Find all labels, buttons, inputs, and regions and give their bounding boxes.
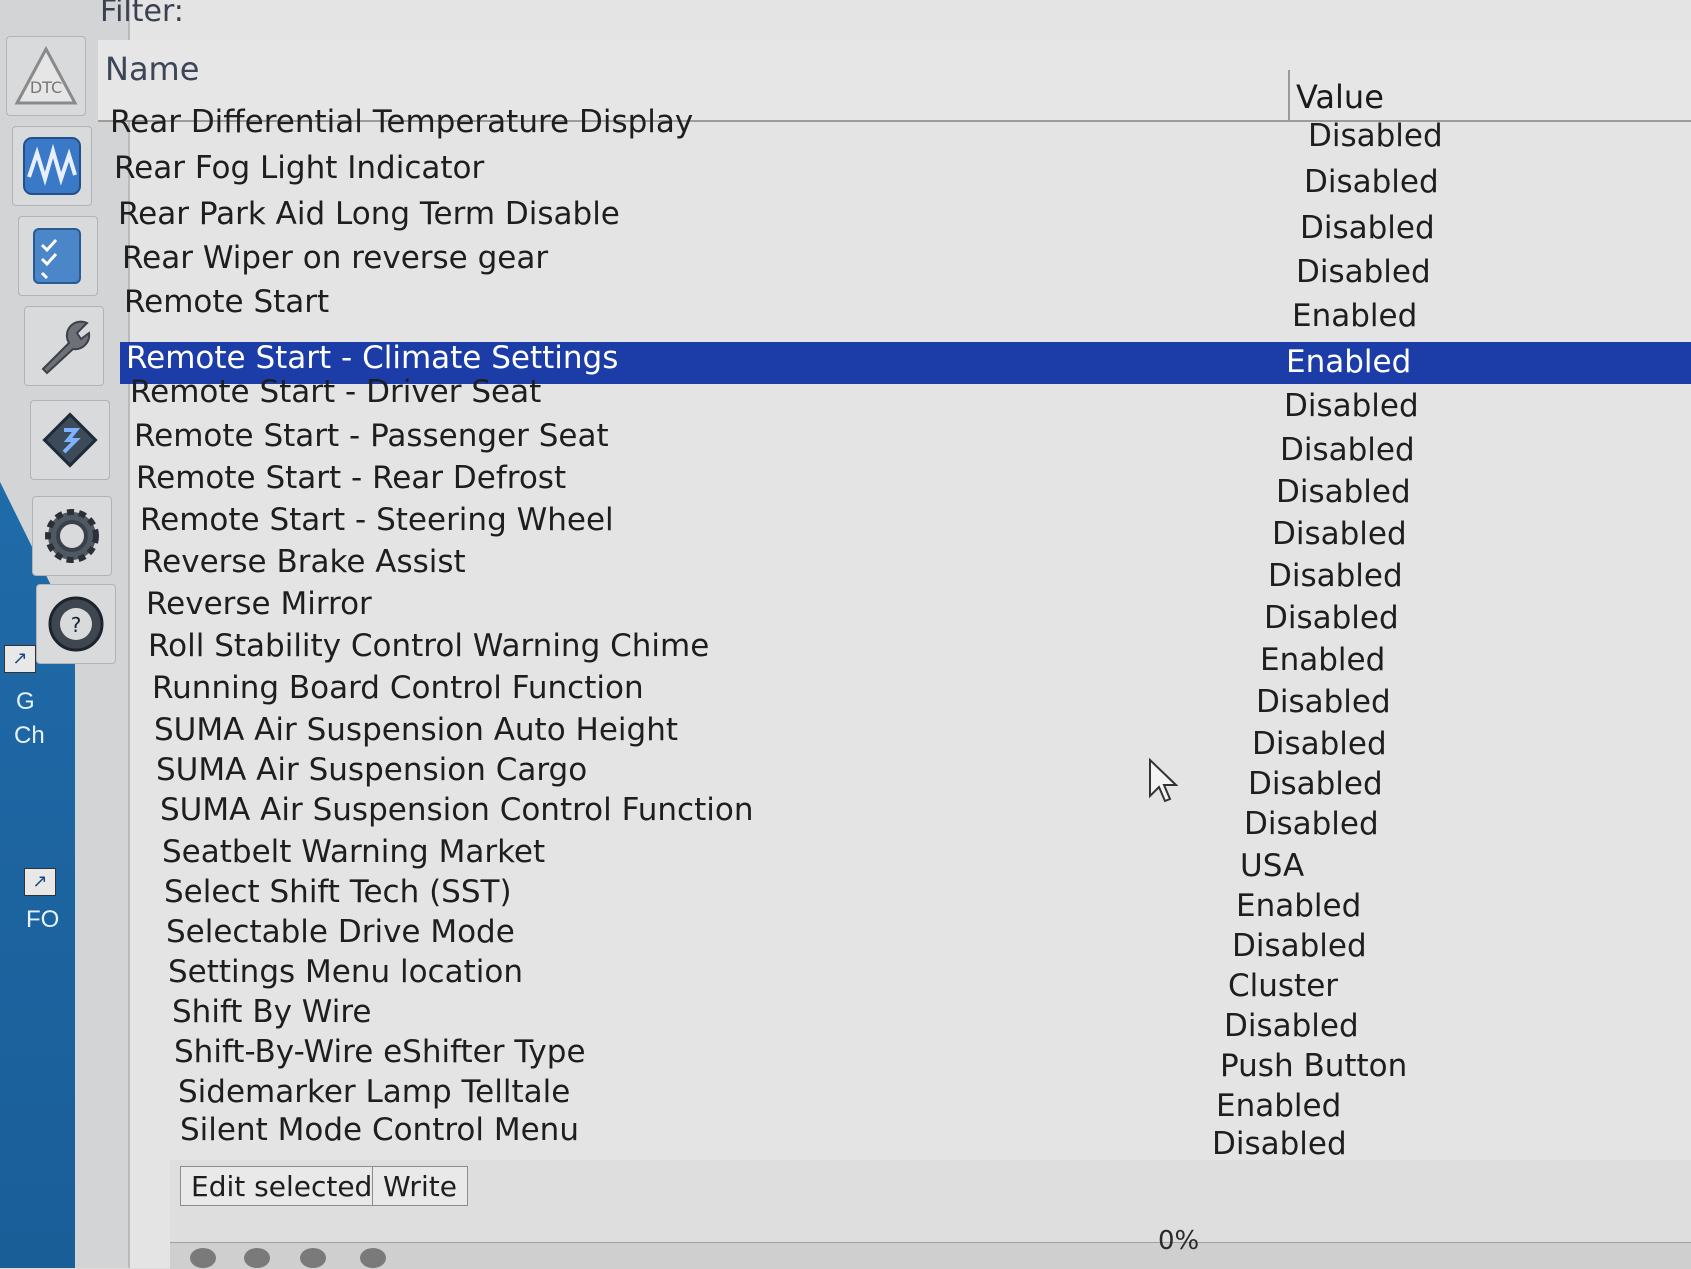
row-name-cell: Settings Menu location xyxy=(168,954,523,990)
table-row[interactable]: Seatbelt Warning Market USA xyxy=(0,834,1691,884)
row-name-cell: SUMA Air Suspension Cargo xyxy=(156,752,588,788)
table-row[interactable]: Silent Mode Control Menu Disabled xyxy=(0,1112,1691,1162)
table-row[interactable]: Select Shift Tech (SST) Enabled xyxy=(0,874,1691,924)
row-name-cell: Reverse Brake Assist xyxy=(142,544,466,580)
table-row[interactable]: Settings Menu location Cluster xyxy=(0,954,1691,1004)
table-row[interactable]: SUMA Air Suspension Control Function Disa… xyxy=(0,792,1691,842)
row-name-cell: Seatbelt Warning Market xyxy=(162,834,546,870)
progress-percent: 0% xyxy=(1158,1226,1200,1256)
status-play-icon[interactable] xyxy=(190,1248,216,1268)
row-name-cell: Rear Fog Light Indicator xyxy=(114,150,485,186)
row-name-cell: Remote Start - Steering Wheel xyxy=(140,502,614,538)
table-row[interactable]: Remote Start Enabled xyxy=(0,284,1691,334)
row-name-cell: Shift By Wire xyxy=(172,994,372,1030)
mouse-pointer-icon xyxy=(1149,758,1178,803)
table-row[interactable]: SUMA Air Suspension Auto Height Disabled xyxy=(0,712,1691,762)
row-name-cell: Remote Start - Climate Settings xyxy=(126,340,619,376)
write-button[interactable]: Write xyxy=(372,1166,468,1206)
table-row[interactable]: Reverse Mirror Disabled xyxy=(0,586,1691,636)
table-row[interactable]: Remote Start - Driver Seat Disabled xyxy=(0,374,1691,424)
table-row[interactable]: SUMA Air Suspension Cargo Disabled xyxy=(0,752,1691,802)
status-save-icon[interactable] xyxy=(360,1248,386,1268)
row-name-cell: Remote Start xyxy=(124,284,330,320)
table-row[interactable]: Reverse Brake Assist Disabled xyxy=(0,544,1691,594)
row-name-cell: Select Shift Tech (SST) xyxy=(164,874,512,910)
table-row[interactable]: Shift-By-Wire eShifter Type Push Button xyxy=(0,1034,1691,1084)
table-row[interactable]: Rear Wiper on reverse gear Disabled xyxy=(0,240,1691,290)
edit-selected-button[interactable]: Edit selected xyxy=(180,1166,384,1206)
table-row[interactable]: Rear Differential Temperature Display Dis… xyxy=(0,104,1691,154)
table-row[interactable]: Running Board Control Function Disabled xyxy=(0,670,1691,720)
status-stop-icon[interactable] xyxy=(244,1248,270,1268)
table-row[interactable]: Rear Fog Light Indicator Disabled xyxy=(0,150,1691,200)
row-name-cell: Sidemarker Lamp Telltale xyxy=(178,1074,571,1110)
table-row[interactable]: Remote Start - Steering Wheel Disabled xyxy=(0,502,1691,552)
row-name-cell: Remote Start - Passenger Seat xyxy=(134,418,609,454)
table-row[interactable]: Sidemarker Lamp Telltale Enabled xyxy=(0,1074,1691,1124)
row-name-cell: Running Board Control Function xyxy=(152,670,644,706)
status-bar xyxy=(170,1242,1691,1269)
table-row[interactable]: Remote Start - Rear Defrost Disabled xyxy=(0,460,1691,510)
row-name-cell: Selectable Drive Mode xyxy=(166,914,515,950)
table-row[interactable]: Roll Stability Control Warning Chime Enab… xyxy=(0,628,1691,678)
table-row[interactable]: Shift By Wire Disabled xyxy=(0,994,1691,1044)
row-name-cell: Remote Start - Driver Seat xyxy=(130,374,542,410)
row-name-cell: Roll Stability Control Warning Chime xyxy=(148,628,710,664)
table-row[interactable]: Remote Start - Passenger Seat Disabled xyxy=(0,418,1691,468)
row-name-cell: Shift-By-Wire eShifter Type xyxy=(174,1034,586,1070)
row-name-cell: Remote Start - Rear Defrost xyxy=(136,460,567,496)
row-name-cell: Silent Mode Control Menu xyxy=(180,1112,579,1148)
row-value-cell: Disabled xyxy=(1304,164,1439,200)
row-name-cell: Rear Park Aid Long Term Disable xyxy=(118,196,620,232)
row-name-cell: Reverse Mirror xyxy=(146,586,372,622)
status-tool-icon[interactable] xyxy=(300,1248,326,1268)
table-row[interactable]: Selectable Drive Mode Disabled xyxy=(0,914,1691,964)
row-value-cell: Disabled xyxy=(1308,118,1443,154)
row-value-cell: Disabled xyxy=(1212,1126,1347,1162)
row-name-cell: Rear Differential Temperature Display xyxy=(110,104,694,140)
configuration-table: Rear Differential Temperature Display Dis… xyxy=(0,0,1691,1268)
forscan-window: DTC ? Filter: Name Value Rear Differenti… xyxy=(0,0,1691,1269)
row-value-cell: Enabled xyxy=(1292,298,1418,334)
row-name-cell: SUMA Air Suspension Auto Height xyxy=(154,712,679,748)
table-row[interactable]: Rear Park Aid Long Term Disable Disabled xyxy=(0,196,1691,246)
row-name-cell: Rear Wiper on reverse gear xyxy=(122,240,549,276)
row-name-cell: SUMA Air Suspension Control Function xyxy=(160,792,754,828)
